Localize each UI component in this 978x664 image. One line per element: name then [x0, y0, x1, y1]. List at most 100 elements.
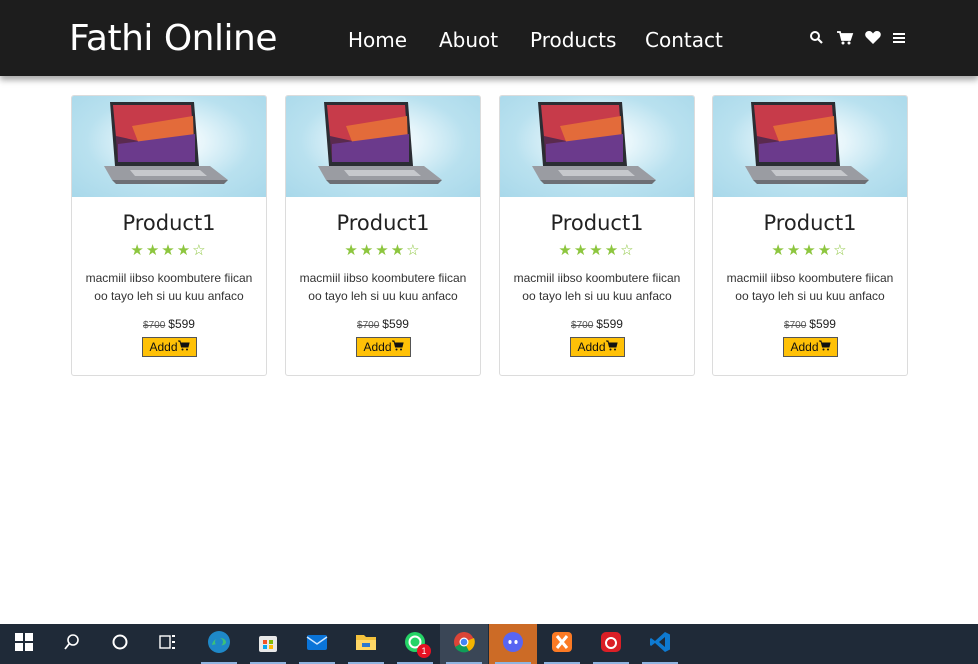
- product-card: Product1 ★★★★☆ macmiil iibso koombutere fi…: [712, 95, 908, 376]
- product-image[interactable]: [286, 96, 480, 197]
- creative-cloud-icon: [599, 630, 623, 659]
- task-view-icon: [159, 633, 177, 656]
- star-empty-icon: ☆: [192, 242, 208, 259]
- notification-badge: 1: [417, 644, 431, 658]
- taskbar-store-button[interactable]: [244, 624, 292, 664]
- cortana-icon: [111, 633, 129, 656]
- add-button-label: Addd: [363, 340, 392, 354]
- nav-link-about[interactable]: Abuot: [439, 28, 498, 52]
- star-empty-icon: ☆: [833, 242, 849, 259]
- star-filled-icon: ★: [786, 242, 803, 259]
- discord-icon: [501, 630, 525, 659]
- add-to-cart-button[interactable]: Addd: [356, 337, 411, 357]
- add-to-cart-button[interactable]: Addd: [142, 337, 197, 357]
- star-filled-icon: ★: [573, 242, 590, 259]
- product-card: Product1 ★★★★☆ macmiil iibso koombutere fi…: [499, 95, 695, 376]
- star-filled-icon: ★: [802, 242, 818, 259]
- add-button-label: Addd: [577, 340, 606, 354]
- product-description: macmiil iibso koombutere fiican oo tayo …: [299, 271, 467, 303]
- star-filled-icon: ★: [145, 242, 162, 259]
- nav-link-products[interactable]: Products: [530, 28, 616, 52]
- old-price: $700: [357, 320, 380, 331]
- old-price: $700: [571, 320, 594, 331]
- add-to-cart-button[interactable]: Addd: [570, 337, 625, 357]
- search-icon: [63, 633, 81, 656]
- star-filled-icon: ★: [161, 242, 177, 259]
- rating-stars: ★★★★☆: [72, 241, 266, 259]
- heart-icon[interactable]: [864, 28, 882, 48]
- product-card: Product1 ★★★★☆ macmiil iibso koombutere fi…: [285, 95, 481, 376]
- star-filled-icon: ★: [817, 242, 834, 259]
- product-card: Product1 ★★★★☆ macmiil iibso koombutere fi…: [71, 95, 267, 376]
- taskbar-discord-button[interactable]: [489, 624, 537, 664]
- star-empty-icon: ☆: [406, 242, 422, 259]
- star-filled-icon: ★: [176, 242, 193, 259]
- product-title: Product1: [763, 211, 857, 235]
- start-icon: [15, 632, 33, 656]
- mail-icon: [305, 630, 329, 659]
- edge-icon: [207, 630, 231, 659]
- taskbar-whatsapp-button[interactable]: 1: [391, 624, 439, 664]
- star-filled-icon: ★: [359, 242, 376, 259]
- current-price: $599: [596, 317, 623, 331]
- product-price: $700 $599: [72, 317, 266, 331]
- star-filled-icon: ★: [771, 242, 787, 259]
- product-price: $700 $599: [500, 317, 694, 331]
- search-icon[interactable]: [809, 28, 827, 48]
- cart-icon: [391, 340, 404, 354]
- taskbar-vscode-button[interactable]: [636, 624, 684, 664]
- xampp-icon: [550, 630, 574, 659]
- product-description: macmiil iibso koombutere fiican oo tayo …: [513, 271, 681, 303]
- product-title: Product1: [336, 211, 430, 235]
- old-price: $700: [143, 320, 166, 331]
- add-button-label: Addd: [790, 340, 819, 354]
- taskbar-start-button[interactable]: [0, 624, 48, 664]
- menu-icon[interactable]: [891, 28, 909, 48]
- add-button-label: Addd: [149, 340, 178, 354]
- product-price: $700 $599: [713, 317, 907, 331]
- star-filled-icon: ★: [558, 242, 574, 259]
- star-filled-icon: ★: [375, 242, 391, 259]
- current-price: $599: [168, 317, 195, 331]
- add-to-cart-button[interactable]: Addd: [783, 337, 838, 357]
- taskbar: 1: [0, 624, 978, 664]
- chrome-icon: [452, 630, 476, 659]
- product-price: $700 $599: [286, 317, 480, 331]
- nav-link-home[interactable]: Home: [348, 28, 407, 52]
- current-price: $599: [809, 317, 836, 331]
- taskbar-chrome-button[interactable]: [440, 624, 488, 664]
- product-image[interactable]: [500, 96, 694, 197]
- product-image[interactable]: [72, 96, 266, 197]
- rating-stars: ★★★★☆: [713, 241, 907, 259]
- taskbar-task-view-button[interactable]: [144, 624, 192, 664]
- taskbar-creative-cloud-button[interactable]: [587, 624, 635, 664]
- brand-logo[interactable]: Fathi Online: [69, 18, 277, 59]
- taskbar-cortana-button[interactable]: [96, 624, 144, 664]
- current-price: $599: [382, 317, 409, 331]
- vscode-icon: [648, 630, 672, 659]
- product-grid: Product1 ★★★★☆ macmiil iibso koombutere fi…: [71, 95, 908, 376]
- star-filled-icon: ★: [390, 242, 407, 259]
- cart-icon: [177, 340, 190, 354]
- rating-stars: ★★★★☆: [500, 241, 694, 259]
- product-description: macmiil iibso koombutere fiican oo tayo …: [85, 271, 253, 303]
- taskbar-file-explorer-button[interactable]: [342, 624, 390, 664]
- nav-link-contact[interactable]: Contact: [645, 28, 723, 52]
- taskbar-xampp-button[interactable]: [538, 624, 586, 664]
- star-filled-icon: ★: [604, 242, 621, 259]
- product-image[interactable]: [713, 96, 907, 197]
- taskbar-edge-button[interactable]: [195, 624, 243, 664]
- star-filled-icon: ★: [344, 242, 360, 259]
- product-description: macmiil iibso koombutere fiican oo tayo …: [726, 271, 894, 303]
- navbar: Fathi Online Home Abuot Products Contact: [0, 0, 978, 76]
- file-explorer-icon: [354, 630, 378, 659]
- star-empty-icon: ☆: [620, 242, 636, 259]
- old-price: $700: [784, 320, 807, 331]
- product-title: Product1: [122, 211, 216, 235]
- taskbar-mail-button[interactable]: [293, 624, 341, 664]
- store-icon: [256, 630, 280, 659]
- cart-icon: [605, 340, 618, 354]
- cart-icon[interactable]: [836, 28, 854, 48]
- rating-stars: ★★★★☆: [286, 241, 480, 259]
- taskbar-search-button[interactable]: [48, 624, 96, 664]
